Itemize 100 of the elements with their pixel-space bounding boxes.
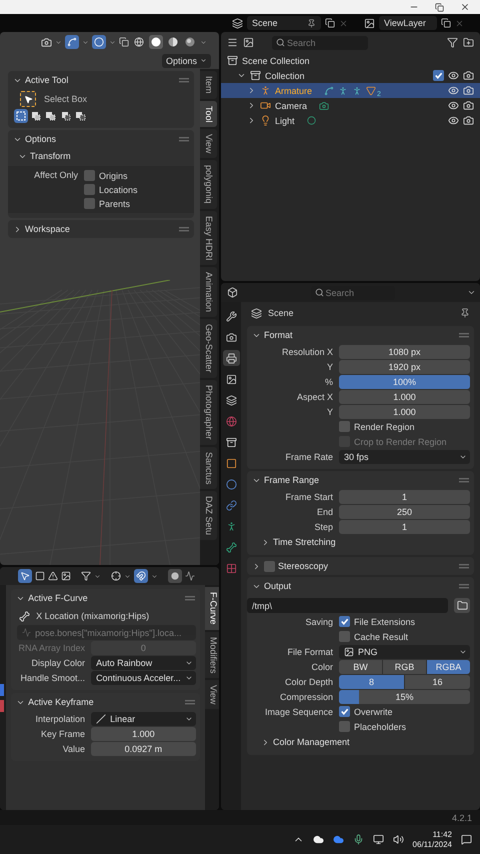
image-icon[interactable] (61, 571, 71, 581)
checkbox-label[interactable]: File Extensions (354, 616, 416, 626)
checkbox[interactable] (84, 184, 95, 195)
sidebar-tab[interactable]: DAZ Setu (200, 491, 217, 540)
number-field[interactable]: 1 (339, 520, 470, 534)
sidebar-tab[interactable]: polygoniq (200, 160, 217, 209)
panel-header[interactable]: Stereoscopy (247, 557, 474, 575)
checkbox[interactable] (84, 170, 95, 181)
checkbox[interactable] (264, 560, 275, 572)
checkbox-label[interactable]: Placeholders (354, 722, 406, 732)
monitor-icon[interactable] (372, 834, 384, 845)
eye-icon[interactable] (448, 100, 459, 111)
new-collection-icon[interactable] (463, 37, 474, 48)
chevron-right-icon[interactable] (252, 562, 261, 570)
filter-icon[interactable] (81, 571, 91, 581)
drag-handle-icon[interactable] (179, 136, 189, 142)
panel-header[interactable]: Active F-Curve (11, 589, 200, 607)
option-button[interactable]: RGB (383, 660, 426, 674)
chevron-right-icon[interactable] (13, 224, 22, 234)
sidebar-tab[interactable]: View (200, 129, 217, 158)
checkbox-label[interactable]: Render Region (354, 422, 415, 432)
drag-handle-icon[interactable] (459, 564, 469, 568)
shading-mode-button[interactable] (132, 35, 146, 49)
sidebar-tab[interactable]: Photographer (200, 380, 217, 445)
number-field[interactable]: 1080 px (339, 344, 470, 358)
drag-handle-icon[interactable] (184, 596, 195, 600)
number-field[interactable]: 1.000 (339, 390, 470, 404)
dropdown[interactable]: PNG (339, 644, 470, 658)
editor-type-icon[interactable] (227, 37, 238, 48)
options-dropdown[interactable]: Options (162, 54, 211, 68)
properties-tab[interactable] (222, 350, 240, 366)
sidebar-tab[interactable]: Item (200, 71, 217, 99)
option-button[interactable]: 8 (339, 674, 404, 688)
select-tool-button[interactable] (18, 569, 32, 583)
drag-handle-icon[interactable] (179, 78, 189, 82)
filter-icon[interactable] (447, 37, 458, 48)
microphone-icon[interactable] (352, 834, 364, 845)
checkbox-label[interactable]: Parents (99, 198, 130, 208)
speaker-icon[interactable] (392, 834, 404, 845)
number-field[interactable]: 1.000 (91, 726, 196, 740)
sidebar-tab[interactable]: View (204, 680, 219, 710)
snap-button[interactable] (134, 569, 148, 583)
number-field[interactable]: 0.0927 m (91, 742, 196, 756)
option-button[interactable]: BW (339, 660, 382, 674)
sidebar-tab[interactable]: Modifiers (204, 632, 219, 678)
panel-header[interactable]: Format (247, 326, 474, 344)
drag-handle-icon[interactable] (179, 226, 189, 232)
subpanel-header[interactable]: Color Management (247, 734, 350, 750)
drag-handle-icon[interactable] (459, 478, 469, 482)
number-field[interactable]: 1920 px (339, 360, 470, 374)
sidebar-tab[interactable]: Tool (200, 100, 217, 128)
camera-icon[interactable] (463, 70, 474, 81)
sidebar-tab[interactable]: Animation (200, 267, 217, 318)
outliner-row[interactable]: Light (221, 113, 480, 128)
camera-icon[interactable] (463, 115, 474, 126)
checkbox[interactable] (339, 706, 350, 717)
chevron-right-icon[interactable] (247, 116, 256, 125)
checkbox[interactable] (339, 421, 350, 432)
copy-icon[interactable] (325, 18, 335, 28)
slider-field[interactable]: 100% (339, 374, 470, 388)
chevron-down-icon[interactable] (467, 288, 476, 297)
selection-mode-button[interactable] (74, 109, 88, 123)
checkbox[interactable] (339, 616, 350, 627)
close-icon[interactable] (460, 2, 470, 12)
editor-type-icon[interactable] (227, 287, 238, 298)
path-field[interactable]: /tmp\ (247, 598, 448, 613)
chevron-right-icon[interactable] (261, 538, 270, 546)
sidebar-tab[interactable]: Geo-Scatter (200, 319, 217, 378)
subpanel-header[interactable]: Transform (8, 148, 71, 164)
pivot-icon[interactable] (111, 571, 121, 581)
checkbox-label[interactable]: Origins (99, 170, 128, 180)
panel-header[interactable]: Output (247, 577, 474, 595)
checkbox-label[interactable]: Locations (99, 184, 138, 194)
clock[interactable]: 11:42 06/11/2024 (412, 830, 452, 850)
shading-mode-button[interactable] (183, 35, 197, 49)
option-button[interactable]: RGBA (427, 660, 470, 674)
option-button[interactable]: 16 (405, 674, 470, 688)
restore-icon[interactable] (435, 2, 444, 12)
outliner-row[interactable]: Scene Collection (221, 53, 480, 68)
search-field[interactable]: Search (272, 36, 368, 50)
box-select-icon[interactable] (35, 571, 45, 581)
checkbox-label[interactable]: Cache Result (354, 632, 408, 642)
selection-mode-button[interactable] (59, 109, 73, 123)
drag-handle-icon[interactable] (184, 700, 195, 704)
checkbox[interactable] (339, 631, 350, 642)
drag-handle-icon[interactable] (459, 584, 469, 588)
chevron-right-icon[interactable] (247, 101, 256, 110)
outliner-row[interactable]: Camera (221, 98, 480, 113)
chevron-right-icon[interactable] (261, 738, 270, 746)
dropdown[interactable]: Linear (91, 712, 196, 726)
proportional-button[interactable] (168, 569, 182, 583)
sidebar-tab[interactable]: Sanctus (200, 446, 217, 490)
copy-icon[interactable] (441, 18, 451, 28)
number-field[interactable]: 250 (339, 504, 470, 518)
checkbox-label[interactable]: Overwrite (354, 706, 393, 716)
checkbox[interactable] (433, 70, 444, 81)
view-layer-field[interactable]: ViewLayer (379, 16, 437, 30)
warning-icon[interactable] (48, 571, 58, 581)
camera-icon[interactable] (463, 85, 474, 96)
sidebar-tab[interactable]: Easy HDRI (200, 210, 217, 266)
